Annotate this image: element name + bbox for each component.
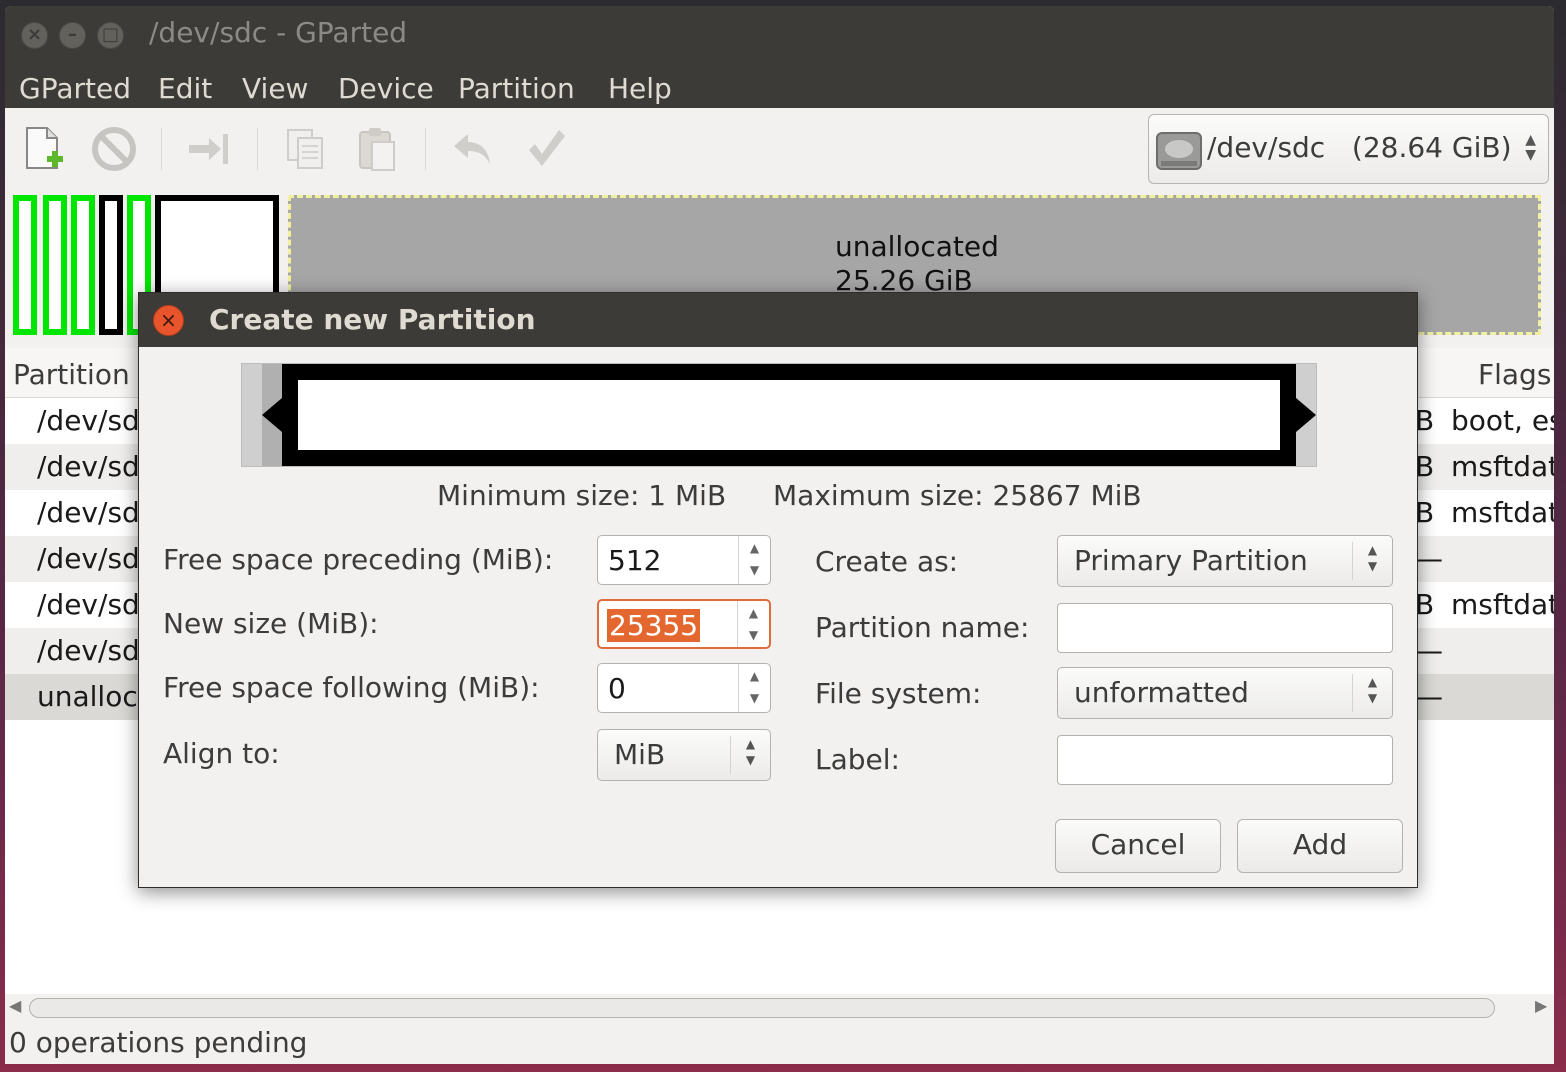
free-preceding-label: Free space preceding (MiB): xyxy=(163,543,554,576)
partition-flags: msftdat xyxy=(1451,588,1554,621)
free-preceding-spinner[interactable]: 512 ▲ ▼ xyxy=(597,535,771,585)
scroll-right-icon[interactable]: ▶ xyxy=(1535,996,1547,1015)
resize-handle-right-icon[interactable] xyxy=(1296,398,1316,432)
file-system-value: unformatted xyxy=(1074,676,1249,709)
create-partition-dialog: × Create new Partition Minimum size: 1 M… xyxy=(138,292,1418,888)
add-button[interactable]: Add xyxy=(1237,819,1403,873)
menu-edit[interactable]: Edit xyxy=(158,72,212,105)
window-maximize-button[interactable]: □ xyxy=(97,22,124,49)
menu-bar: GParted Edit View Device Partition Help xyxy=(5,64,1554,108)
partition-device: /dev/sd xyxy=(37,496,140,529)
partition-flags: boot, es xyxy=(1451,404,1554,437)
label-input[interactable] xyxy=(1057,735,1393,785)
toolbar: /dev/sdc (28.64 GiB) ▲ ▼ xyxy=(5,108,1554,190)
combo-arrows-icon: ▲ ▼ xyxy=(1352,674,1392,712)
create-as-label: Create as: xyxy=(815,545,959,578)
partition-device: unalloc xyxy=(37,680,138,713)
minimum-size-label: Minimum size: 1 MiB xyxy=(437,479,727,512)
align-to-label: Align to: xyxy=(163,737,280,770)
menu-partition[interactable]: Partition xyxy=(458,72,575,105)
status-bar-text: 0 operations pending xyxy=(9,1026,308,1059)
free-preceding-value: 512 xyxy=(608,544,662,577)
dialog-close-button[interactable]: × xyxy=(153,305,184,336)
scrollbar-thumb[interactable] xyxy=(29,998,1495,1018)
maximize-icon: □ xyxy=(101,24,119,45)
partition-flags: msftdat xyxy=(1451,450,1554,483)
menu-device[interactable]: Device xyxy=(338,72,434,105)
dialog-title: Create new Partition xyxy=(209,303,536,336)
free-following-value: 0 xyxy=(608,672,626,705)
menu-view[interactable]: View xyxy=(242,72,308,105)
menu-help[interactable]: Help xyxy=(608,72,672,105)
spin-arrows-icon[interactable]: ▲ ▼ xyxy=(738,664,770,712)
combo-arrows-icon: ▲ ▼ xyxy=(730,736,770,774)
apply-icon[interactable] xyxy=(521,124,571,174)
device-selector[interactable]: /dev/sdc (28.64 GiB) ▲ ▼ xyxy=(1148,114,1549,184)
partition-block[interactable] xyxy=(99,195,123,335)
create-as-value: Primary Partition xyxy=(1074,544,1308,577)
unallocated-label: unallocated xyxy=(835,230,999,263)
toolbar-separator xyxy=(161,128,162,170)
partition-size: — xyxy=(1415,542,1443,575)
partition-name-label: Partition name: xyxy=(815,611,1030,644)
partition-block[interactable] xyxy=(43,195,67,335)
dialog-title-bar: × Create new Partition xyxy=(139,293,1417,347)
align-to-combo[interactable]: MiB ▲ ▼ xyxy=(597,729,771,781)
partition-device: /dev/sd xyxy=(37,404,140,437)
partition-size: — xyxy=(1415,634,1443,667)
new-size-label: New size (MiB): xyxy=(163,607,379,640)
label-label: Label: xyxy=(815,743,900,776)
toolbar-separator xyxy=(425,128,426,170)
create-as-combo[interactable]: Primary Partition ▲ ▼ xyxy=(1057,535,1393,587)
paste-icon[interactable] xyxy=(352,124,402,174)
toolbar-separator xyxy=(257,128,258,170)
column-flags-header[interactable]: Flags xyxy=(1478,358,1551,391)
window-minimize-button[interactable]: – xyxy=(59,22,86,49)
spin-arrows-icon: ▲ ▼ xyxy=(1525,132,1536,163)
undo-icon[interactable] xyxy=(448,124,498,174)
harddisk-icon xyxy=(1156,132,1202,170)
resize-handle-left-icon[interactable] xyxy=(262,398,282,432)
scroll-left-icon[interactable]: ◀ xyxy=(9,996,21,1015)
spin-arrows-icon[interactable]: ▲ ▼ xyxy=(737,601,769,647)
close-icon: × xyxy=(160,308,177,332)
maximum-size-label: Maximum size: 25867 MiB xyxy=(773,479,1142,512)
window-close-button[interactable]: × xyxy=(21,22,48,49)
partition-device: /dev/sd xyxy=(37,634,140,667)
partition-size: — xyxy=(1415,680,1443,713)
copy-icon[interactable] xyxy=(280,124,330,174)
minimize-icon: – xyxy=(68,24,77,45)
resizer-partition-fill xyxy=(298,380,1280,450)
partition-device: /dev/sd xyxy=(37,542,140,575)
free-following-spinner[interactable]: 0 ▲ ▼ xyxy=(597,663,771,713)
partition-resizer[interactable] xyxy=(241,363,1317,467)
close-icon: × xyxy=(26,24,43,45)
horizontal-scrollbar[interactable]: ◀ ▶ xyxy=(5,994,1554,1022)
combo-arrows-icon: ▲ ▼ xyxy=(1352,542,1392,580)
cancel-button[interactable]: Cancel xyxy=(1055,819,1221,873)
partition-device: /dev/sd xyxy=(37,450,140,483)
file-system-combo[interactable]: unformatted ▲ ▼ xyxy=(1057,667,1393,719)
device-selector-label: /dev/sdc (28.64 GiB) xyxy=(1207,131,1512,164)
partition-block[interactable] xyxy=(71,195,95,335)
resize-move-icon[interactable] xyxy=(183,124,233,174)
partition-name-input[interactable] xyxy=(1057,603,1393,653)
new-size-spinner[interactable]: 25355 ▲ ▼ xyxy=(597,599,771,649)
new-size-value: 25355 xyxy=(607,609,701,642)
free-following-label: Free space following (MiB): xyxy=(163,671,540,704)
column-partition-header[interactable]: Partition xyxy=(13,358,130,391)
window-title: /dev/sdc - GParted xyxy=(149,16,408,49)
delete-icon[interactable] xyxy=(89,124,139,174)
menu-gparted[interactable]: GParted xyxy=(19,72,131,105)
align-to-value: MiB xyxy=(614,738,666,771)
new-partition-icon[interactable] xyxy=(19,124,69,174)
file-system-label: File system: xyxy=(815,677,982,710)
partition-flags: msftdat xyxy=(1451,496,1554,529)
partition-device: /dev/sd xyxy=(37,588,140,621)
partition-block[interactable] xyxy=(13,195,37,335)
title-bar: × – □ /dev/sdc - GParted xyxy=(5,6,1554,64)
spin-arrows-icon[interactable]: ▲ ▼ xyxy=(738,536,770,584)
